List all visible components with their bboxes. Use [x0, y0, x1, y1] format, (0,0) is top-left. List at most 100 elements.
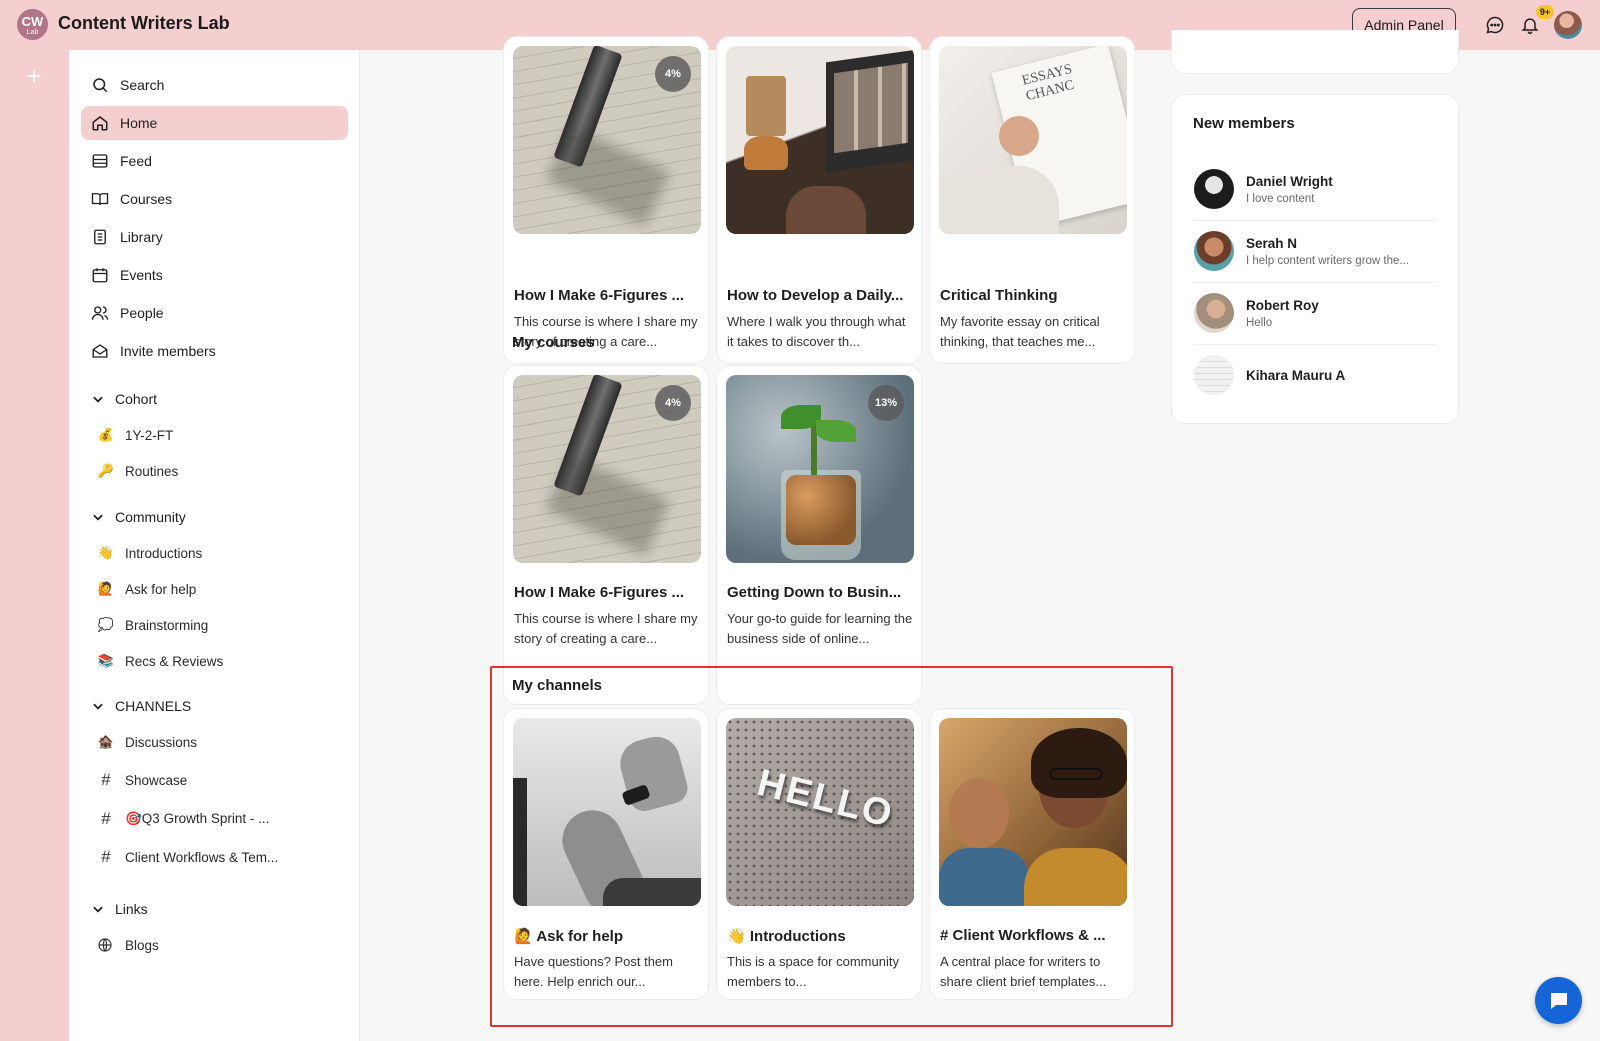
sidebar-item-invite[interactable]: Invite members	[81, 334, 348, 368]
course-title: Getting Down to Busin...	[727, 584, 902, 601]
sidebar-item-courses[interactable]: Courses	[81, 182, 348, 216]
sidebar-item-feed[interactable]: Feed	[81, 144, 348, 178]
user-avatar[interactable]	[1554, 11, 1582, 39]
channel-card[interactable]: HELLO 👋 Introductions This is a space fo…	[716, 708, 922, 1000]
course-image-fountain-pen: 4%	[513, 46, 701, 234]
raising-hand-icon: 🙋	[514, 928, 533, 945]
sidebar-channel-client-workflows[interactable]: # Client Workflows & Tem...	[97, 847, 278, 867]
chat-bubble-icon[interactable]	[1485, 15, 1505, 35]
app-title[interactable]: Content Writers Lab	[58, 13, 230, 34]
search-icon	[93, 78, 108, 93]
course-description: Where I walk you through what it takes t…	[727, 314, 906, 349]
sidebar-space-routines[interactable]: 🔑 Routines	[97, 463, 178, 479]
course-card[interactable]: ESSAYS CHANC Critical Thinking My favorit…	[929, 36, 1135, 364]
divider	[1194, 220, 1436, 221]
notification-badge: 9+	[1536, 5, 1554, 19]
avatar	[1194, 169, 1234, 209]
sidebar-channel-q3-growth-sprint[interactable]: # 🎯Q3 Growth Sprint - ...	[97, 809, 269, 829]
sidebar-space-ask-for-help[interactable]: 🙋 Ask for help	[97, 581, 196, 597]
sidebar-item-label: Feed	[120, 153, 152, 169]
section-header-cohort[interactable]: Cohort	[91, 391, 157, 407]
chevron-down-icon	[93, 906, 103, 913]
chevron-down-icon	[93, 396, 103, 403]
member-row[interactable]: Robert Roy Hello	[1194, 284, 1436, 342]
section-header-links[interactable]: Links	[91, 901, 148, 917]
feed-icon	[92, 154, 108, 168]
course-progress-badge: 4%	[655, 56, 691, 92]
course-description: Your go-to guide for learning the busine…	[727, 611, 913, 646]
hash-icon: #	[940, 927, 949, 944]
sidebar-item-search[interactable]: Search	[81, 68, 348, 102]
community-logo[interactable]: CW Lab	[17, 9, 48, 40]
main-feed: 4% How I Make 6-Figures ... This course …	[360, 36, 1170, 1041]
my-courses-heading: My courses	[512, 334, 595, 351]
people-icon	[91, 306, 109, 320]
chat-icon	[1550, 992, 1567, 1009]
course-progress-badge: 4%	[655, 385, 691, 421]
course-card[interactable]: 13% Getting Down to Busin... Your go-to …	[716, 365, 922, 705]
course-image-essay-book: ESSAYS CHANC	[939, 46, 1127, 234]
sidebar-space-1y-2-ft[interactable]: 💰 1Y-2-FT	[97, 427, 173, 443]
member-row[interactable]: Daniel Wright I love content	[1194, 160, 1436, 218]
avatar	[1194, 293, 1234, 333]
calendar-icon	[92, 268, 108, 283]
add-community-plus-icon[interactable]: +	[23, 63, 45, 89]
channel-image-hello-board: HELLO	[726, 718, 914, 906]
channel-image-raised-hand	[513, 718, 701, 906]
channel-card[interactable]: 🙋 Ask for help Have questions? Post them…	[503, 708, 709, 1000]
sidebar-channel-showcase[interactable]: # Showcase	[97, 770, 187, 790]
sidebar-link-blogs[interactable]: Blogs	[97, 937, 159, 953]
new-members-card: New members Daniel Wright I love content…	[1171, 94, 1459, 424]
course-progress-badge: 13%	[868, 385, 904, 421]
bell-icon[interactable]	[1520, 15, 1540, 35]
sidebar-item-label: Library	[120, 229, 163, 245]
left-rail: +	[0, 50, 69, 1041]
channel-title: 👋 Introductions	[727, 928, 846, 945]
books-icon: 📚	[97, 653, 115, 668]
book-open-icon	[91, 193, 109, 206]
member-name: Robert Roy	[1246, 297, 1319, 313]
sidebar-space-recs-reviews[interactable]: 📚 Recs & Reviews	[97, 653, 223, 669]
sidebar-space-introductions[interactable]: 👋 Introductions	[97, 545, 202, 561]
channel-card[interactable]: # Client Workflows & ... A central place…	[929, 708, 1135, 1000]
sidebar: Search Home Feed Courses Library Events …	[69, 50, 360, 1041]
channel-description: A central place for writers to share cli…	[940, 954, 1107, 989]
member-bio: I love content	[1246, 192, 1315, 205]
channel-description: This is a space for community members to…	[727, 954, 899, 989]
home-icon	[92, 116, 108, 131]
section-header-community[interactable]: Community	[91, 509, 186, 525]
channel-title: # Client Workflows & ...	[940, 927, 1106, 944]
sidebar-item-label: Courses	[120, 191, 173, 207]
course-card[interactable]: 4% How I Make 6-Figures ... This course …	[503, 365, 709, 705]
my-channels-heading: My channels	[512, 677, 603, 694]
section-header-channels[interactable]: CHANNELS	[91, 698, 191, 714]
member-row[interactable]: Kihara Mauru A	[1194, 346, 1436, 404]
sidebar-item-home[interactable]: Home	[81, 106, 348, 140]
chevron-down-icon	[93, 514, 103, 521]
course-card[interactable]: 4% How I Make 6-Figures ... This course …	[503, 36, 709, 364]
sidebar-item-label: Invite members	[120, 343, 216, 359]
waving-hand-icon: 👋	[727, 928, 746, 945]
channel-description: Have questions? Post them here. Help enr…	[514, 954, 673, 989]
sidebar-item-people[interactable]: People	[81, 296, 348, 330]
member-name: Daniel Wright	[1246, 173, 1333, 189]
money-bag-icon: 💰	[97, 427, 115, 442]
course-description: This course is where I share my story of…	[514, 611, 698, 646]
divider	[1194, 282, 1436, 283]
sidebar-space-brainstorming[interactable]: 💭 Brainstorming	[97, 617, 208, 633]
divider	[1194, 344, 1436, 345]
sidebar-item-library[interactable]: Library	[81, 220, 348, 254]
channel-title: 🙋 Ask for help	[514, 928, 623, 945]
document-icon	[94, 229, 106, 245]
course-card[interactable]: How to Develop a Daily... Where I walk y…	[716, 36, 922, 364]
house-icon: 🏚️	[97, 734, 115, 749]
course-description: My favorite essay on critical thinking, …	[940, 314, 1100, 349]
support-chat-button[interactable]	[1535, 977, 1582, 1024]
member-name: Kihara Mauru A	[1246, 367, 1346, 383]
sidebar-item-events[interactable]: Events	[81, 258, 348, 292]
logo-text: CW	[21, 14, 44, 29]
course-title: How I Make 6-Figures ...	[514, 584, 685, 601]
course-image-coffee-laptop	[726, 46, 914, 234]
member-row[interactable]: Serah N I help content writers grow the.…	[1194, 222, 1436, 280]
sidebar-channel-discussions[interactable]: 🏚️ Discussions	[97, 734, 197, 750]
